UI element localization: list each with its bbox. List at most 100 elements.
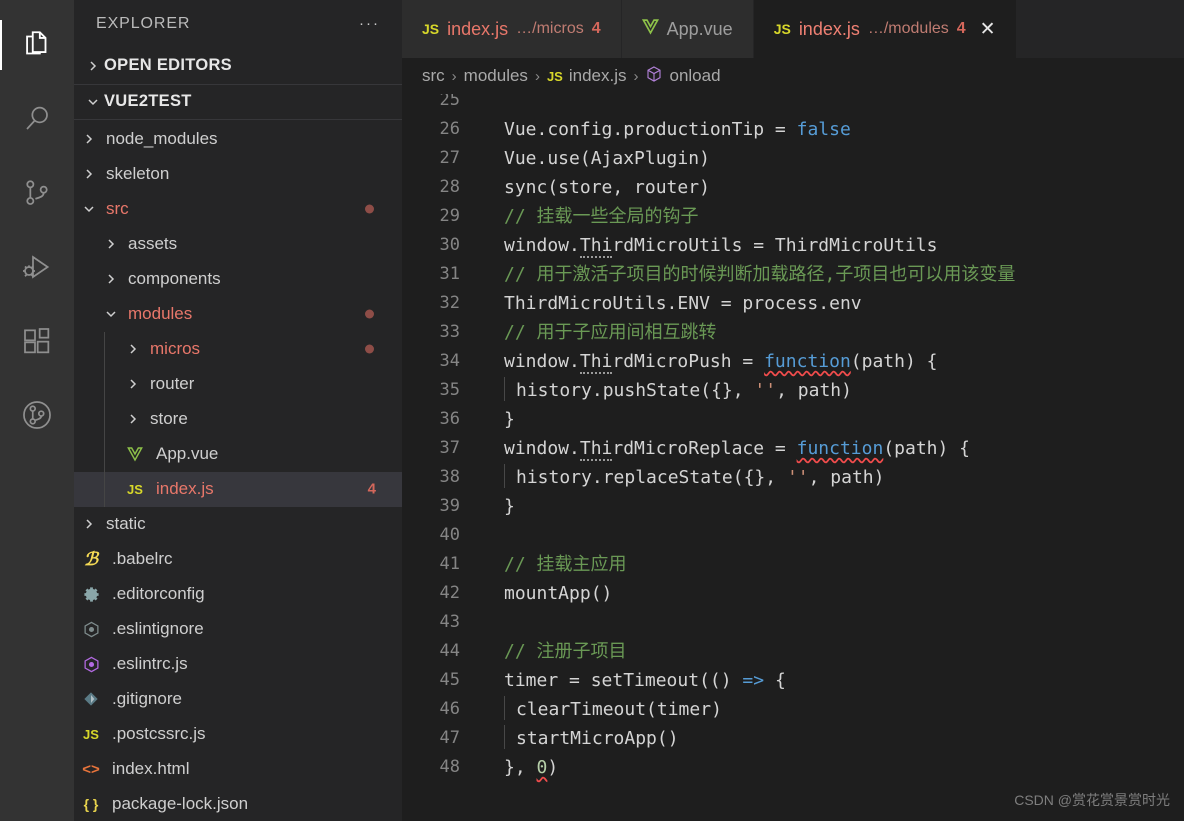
tree-item-app-vue[interactable]: App.vue xyxy=(74,436,402,472)
tree-item-components[interactable]: components xyxy=(74,262,402,297)
code-text: clearTimeout(timer) xyxy=(480,695,722,724)
code-token: startMicroApp() xyxy=(516,728,679,749)
code-token: ThirdMicroUtils.ENV = process.env xyxy=(504,293,862,314)
activity-item-explorer[interactable] xyxy=(0,8,74,82)
chevron-right-icon[interactable] xyxy=(122,378,144,390)
breadcrumb-item-src[interactable]: src xyxy=(422,66,445,86)
code-text: // 挂载一些全局的钩子 xyxy=(480,202,699,231)
code-line: 48}, 0) xyxy=(402,753,1184,782)
js-icon: JS xyxy=(422,21,440,37)
gitlens-icon xyxy=(20,398,54,432)
tree-item-skeleton[interactable]: skeleton xyxy=(74,157,402,192)
breadcrumb-item-onload[interactable]: onload xyxy=(645,65,721,88)
tree-item-micros[interactable]: micros xyxy=(74,331,402,367)
code-line: 26 Vue.config.productionTip = false xyxy=(402,115,1184,144)
tree-item-label: index.js xyxy=(156,479,214,499)
chevron-right-icon[interactable] xyxy=(78,168,100,180)
chevron-right-icon[interactable] xyxy=(100,273,122,285)
code-token: window. xyxy=(504,438,580,459)
code-token: '' xyxy=(754,380,777,401)
editor-area: JS index.js …/micros 4 App.vue JS index.js …/mo… xyxy=(402,0,1184,821)
code-token: history.pushState({}, xyxy=(516,380,755,401)
code-token: // 用于子应用间相互跳转 xyxy=(504,322,717,343)
tree-item-label: .editorconfig xyxy=(112,584,205,604)
line-number: 37 xyxy=(439,438,460,458)
chevron-right-icon[interactable] xyxy=(78,518,100,530)
indent-guide xyxy=(504,696,505,720)
tree-item-assets[interactable]: assets xyxy=(74,227,402,262)
code-line: 29 // 挂载一些全局的钩子 xyxy=(402,202,1184,231)
chevron-right-icon[interactable] xyxy=(100,238,122,250)
tree-item-index-html[interactable]: <> index.html xyxy=(74,752,402,787)
section-vue2test[interactable]: VUE2TEST xyxy=(74,83,402,120)
activity-item-search[interactable] xyxy=(0,82,74,156)
code-token: false xyxy=(796,119,851,140)
tree-item-src[interactable]: src xyxy=(74,192,402,227)
js-icon: JS xyxy=(83,726,99,742)
tree-item-static[interactable]: static xyxy=(74,507,402,542)
breadcrumb-label: onload xyxy=(669,66,721,85)
section-open-editors[interactable]: OPEN EDITORS xyxy=(74,48,402,84)
tree-item-gitignore[interactable]: .gitignore xyxy=(74,682,402,717)
chevron-right-icon[interactable] xyxy=(78,133,100,145)
chevron-right-icon[interactable] xyxy=(122,343,144,355)
line-number: 26 xyxy=(439,119,460,139)
breadcrumb-item-modules[interactable]: modules xyxy=(464,66,528,86)
tree-item-node-modules[interactable]: node_modules xyxy=(74,122,402,157)
tree-item-package-lock-json[interactable]: { } package-lock.json xyxy=(74,787,402,821)
code-editor[interactable]: 25 26 Vue.config.productionTip = false 27 Vu… xyxy=(402,94,1184,821)
tree-item-postcssrc-js[interactable]: JS .postcssrc.js xyxy=(74,717,402,752)
code-token: // 挂载一些全局的钩子 xyxy=(504,206,699,227)
tree-item-store[interactable]: store xyxy=(74,401,402,437)
editor-tab-index-js-2[interactable]: JS index.js …/modules 4 ✕ xyxy=(753,0,1017,58)
code-token: // 注册子项目 xyxy=(504,641,627,662)
activity-item-gitlens[interactable] xyxy=(0,378,74,452)
code-line: 33 // 用于子应用间相互跳转 xyxy=(402,318,1184,347)
activity-item-source-control[interactable] xyxy=(0,156,74,230)
files-icon xyxy=(20,28,54,62)
code-text: Vue.config.productionTip = false xyxy=(480,115,851,144)
tree-item-eslintrc-js[interactable]: .eslintrc.js xyxy=(74,647,402,682)
code-token: sync(store, router) xyxy=(504,177,710,198)
tree-item-label: skeleton xyxy=(106,164,170,184)
tree-item-babelrc[interactable]: ℬ .babelrc xyxy=(74,542,402,577)
tree-item-label: store xyxy=(150,409,188,429)
tree-item-editorconfig[interactable]: .editorconfig xyxy=(74,577,402,612)
tree-item-modules[interactable]: modules xyxy=(74,297,402,332)
vue-icon xyxy=(122,446,148,462)
more-actions-icon[interactable]: ··· xyxy=(359,15,386,32)
chevron-down-icon[interactable] xyxy=(100,308,122,320)
line-number: 48 xyxy=(439,757,460,777)
tree-item-eslintignore[interactable]: .eslintignore xyxy=(74,612,402,647)
indent-guide xyxy=(104,366,105,402)
code-token: rdMicroUtils = ThirdMicroUtils xyxy=(612,235,938,256)
code-token: } xyxy=(504,496,515,517)
code-token: ) xyxy=(547,757,559,778)
chevron-right-icon[interactable] xyxy=(122,413,144,425)
code-line: 36} xyxy=(402,405,1184,434)
code-token: { xyxy=(764,670,786,691)
editor-tab-index-js-0[interactable]: JS index.js …/micros 4 xyxy=(402,0,622,58)
breadcrumb-label: modules xyxy=(463,66,528,85)
code-text: timer = setTimeout(() => { xyxy=(480,666,786,695)
eslint-purple-icon xyxy=(78,656,104,673)
line-number: 27 xyxy=(439,148,460,168)
activity-item-run-and-debug[interactable] xyxy=(0,230,74,304)
tree-item-index-js[interactable]: JS index.js 4 xyxy=(74,471,402,507)
close-icon[interactable]: ✕ xyxy=(980,18,996,41)
chevron-down-icon[interactable] xyxy=(78,203,100,215)
breadcrumb-item-index-js[interactable]: JS index.js xyxy=(547,66,627,86)
line-number: 28 xyxy=(439,177,460,197)
editor-tab-App-vue-1[interactable]: App.vue xyxy=(621,0,754,58)
code-line: 38 history.replaceState({}, '', path) xyxy=(402,463,1184,492)
code-token: }, xyxy=(504,757,537,778)
tree-item-router[interactable]: router xyxy=(74,366,402,402)
activity-item-extensions[interactable] xyxy=(0,304,74,378)
line-number: 31 xyxy=(439,264,460,284)
code-text: history.pushState({}, '', path) xyxy=(480,376,852,405)
json-icon: { } xyxy=(83,796,99,813)
tab-error-badge: 4 xyxy=(591,20,601,37)
code-text: // 用于子应用间相互跳转 xyxy=(480,318,717,347)
code-token: Vue.use(AjaxPlugin) xyxy=(504,148,710,169)
code-line: 45 timer = setTimeout(() => { xyxy=(402,666,1184,695)
